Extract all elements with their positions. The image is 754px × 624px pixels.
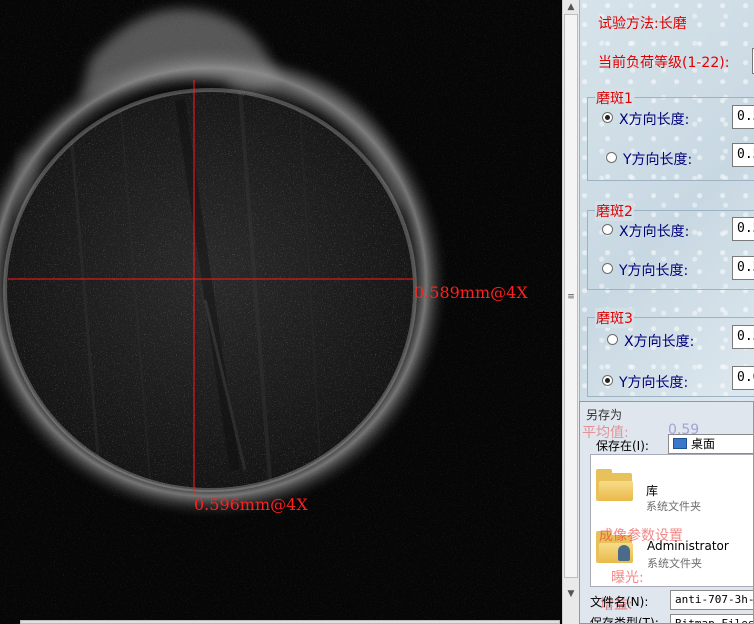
- save-in-dropdown[interactable]: 桌面: [668, 434, 753, 454]
- scroll-up-arrow-icon[interactable]: ▲: [565, 1, 577, 13]
- file-list[interactable]: 库 系统文件夹 Administrator 系统文件夹 成像参数设置 曝光:: [590, 454, 753, 587]
- scar-3-x-length-field[interactable]: 0.5: [732, 325, 754, 349]
- scar-2-x-label: X方向长度:: [619, 224, 690, 240]
- scar-2-y-length-field[interactable]: 0.5: [732, 256, 754, 280]
- scar-1-y-label: Y方向长度:: [623, 152, 693, 168]
- dialog-title: 另存为: [586, 408, 623, 422]
- library-folder-icon: [596, 469, 634, 501]
- scar-1-y-length-field[interactable]: 0.5: [732, 143, 754, 167]
- item-type: 系统文件夹: [646, 500, 701, 513]
- exposure-label-behind: 曝光:: [611, 570, 644, 586]
- microscope-image-view: 0.589mm@4X 0.596mm@4X: [0, 0, 562, 624]
- scar-1-y-radio[interactable]: Y方向长度:: [606, 149, 692, 169]
- scroll-grip-icon: ≡: [567, 292, 575, 302]
- list-item[interactable]: 库 系统文件夹: [591, 455, 753, 513]
- save-in-label: 保存在(I):: [596, 439, 649, 453]
- load-level-label: 当前负荷等级(1-22):: [598, 55, 730, 71]
- scar-3-title: 磨斑3: [595, 308, 634, 328]
- save-as-dialog: 另存为 平均值: 0.59 保存在(I): 桌面 亻 库 系统文件夹 Admin…: [579, 401, 754, 624]
- vertical-measurement-label: 0.596mm@4X: [194, 495, 308, 514]
- item-type: 系统文件夹: [647, 557, 702, 570]
- radio-unselected-icon: [602, 263, 613, 274]
- scar-3-y-length-field[interactable]: 0.6: [732, 366, 754, 390]
- radio-selected-icon: [602, 375, 613, 386]
- desktop-icon: [673, 438, 687, 449]
- scar-3-y-label: Y方向长度:: [619, 375, 689, 391]
- horizontal-measurement-label: 0.589mm@4X: [414, 283, 528, 302]
- scar-3-y-radio[interactable]: Y方向长度:: [602, 372, 688, 392]
- filename-label: 文件名(N):: [590, 595, 649, 609]
- scar-3-x-radio[interactable]: X方向长度:: [607, 331, 694, 351]
- radio-unselected-icon: [606, 152, 617, 163]
- filetype-label: 保存类型(T):: [590, 616, 659, 624]
- vertical-scrollbar[interactable]: ▲ ≡ ▼: [562, 0, 580, 624]
- scar-2-title: 磨斑2: [595, 201, 634, 221]
- filetype-dropdown[interactable]: Bitmap Files(*: [670, 614, 753, 623]
- wear-scar-image: [0, 0, 562, 624]
- radio-selected-icon: [602, 112, 613, 123]
- imaging-settings-behind: 成像参数设置: [599, 528, 683, 544]
- scar-2-y-radio[interactable]: Y方向长度:: [602, 260, 688, 280]
- scar-1-x-label: X方向长度:: [619, 112, 690, 128]
- scar-3-x-label: X方向长度:: [624, 334, 695, 350]
- test-method-label: 试验方法:长磨: [598, 16, 687, 32]
- scar-1-x-length-field[interactable]: 0.5: [732, 105, 754, 129]
- horizontal-scrollbar[interactable]: [20, 620, 560, 624]
- scar-2-x-length-field[interactable]: 0.5: [732, 217, 754, 241]
- item-name: 库: [646, 484, 659, 498]
- save-in-value: 桌面: [691, 437, 716, 451]
- scar-2-y-label: Y方向长度:: [619, 263, 689, 279]
- scroll-down-arrow-icon[interactable]: ▼: [565, 588, 577, 600]
- radio-unselected-icon: [602, 224, 613, 235]
- scar-2-x-radio[interactable]: X方向长度:: [602, 221, 689, 241]
- filename-input[interactable]: anti-707-3h-磨: [670, 590, 753, 610]
- radio-unselected-icon: [607, 334, 618, 345]
- scar-1-x-radio[interactable]: X方向长度:: [602, 109, 689, 129]
- scar-1-title: 磨斑1: [595, 88, 634, 108]
